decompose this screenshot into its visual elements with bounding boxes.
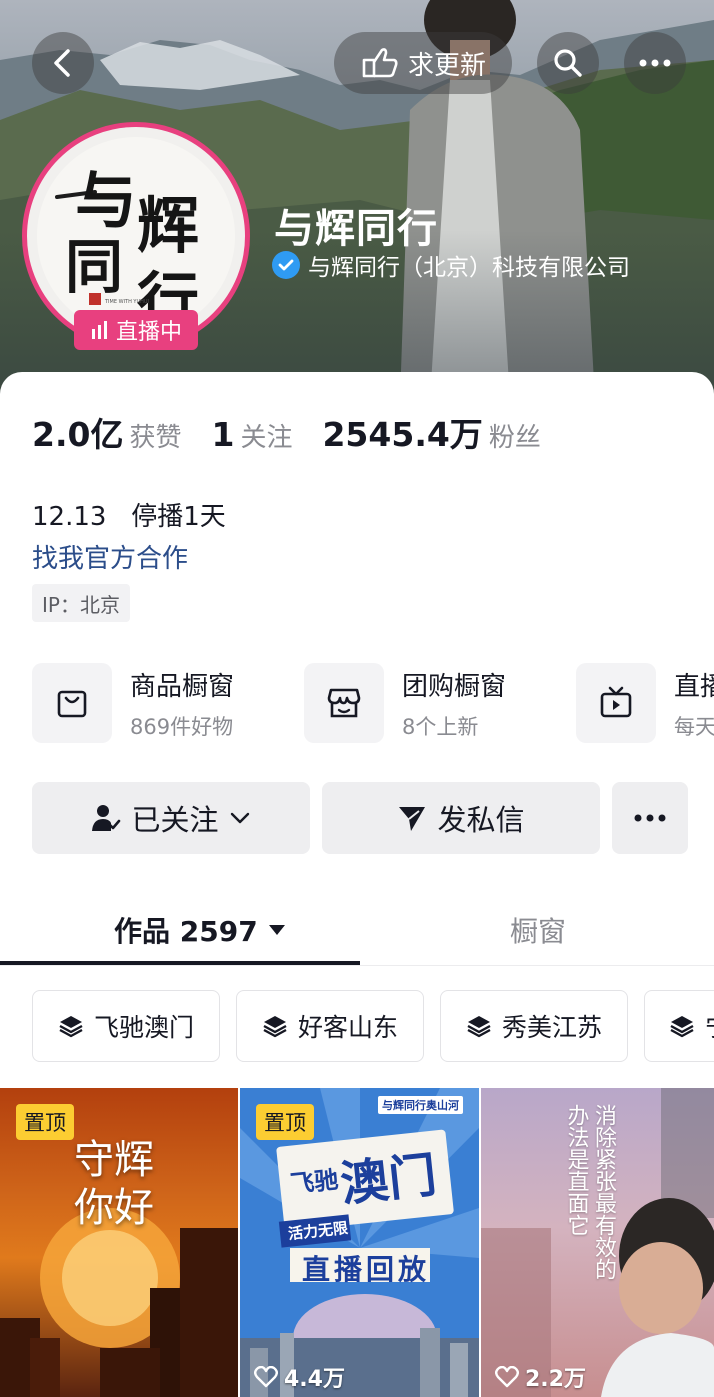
product-window-entry[interactable]: 商品橱窗 869件好物 bbox=[32, 662, 234, 744]
following-button[interactable]: 已关注 bbox=[32, 782, 310, 854]
avatar-seal bbox=[89, 293, 101, 305]
live-replay-label: 直播回放 bbox=[302, 1253, 431, 1286]
following-button-label: 已关注 bbox=[131, 803, 219, 837]
verified-organization: 与辉同行（北京）科技有限公司 bbox=[272, 248, 630, 282]
layers-icon bbox=[670, 1016, 694, 1038]
chevron-down-icon bbox=[230, 812, 249, 824]
heart-outline-icon bbox=[254, 1366, 278, 1388]
profile-banner: 求更新 与 辉 同 行 TIME WITH YUHUI 直播中 与辉同行 与辉同… bbox=[0, 0, 714, 400]
tab-works[interactable]: 作品 2597 bbox=[114, 910, 286, 950]
live-now-label: 直播中 bbox=[115, 320, 182, 345]
pinned-badge: 置顶 bbox=[256, 1104, 314, 1140]
tab-works-label: 作品 2597 bbox=[114, 915, 258, 948]
official-cooperation-link[interactable]: 找我官方合作 bbox=[32, 538, 188, 575]
request-update-label: 求更新 bbox=[407, 50, 486, 81]
tv-icon bbox=[576, 663, 656, 743]
bio-text: 12.13 停播1天 bbox=[32, 502, 226, 532]
send-icon bbox=[399, 807, 426, 831]
shopping-bag-icon bbox=[32, 663, 112, 743]
heart-outline-icon bbox=[495, 1366, 519, 1388]
group-buy-window-count: 8个上新 bbox=[402, 714, 479, 739]
caret-down-icon bbox=[268, 925, 285, 935]
collection-chip-label: 飞驰澳门 bbox=[93, 1013, 194, 1042]
collection-chip-label: 秀美江苏 bbox=[501, 1013, 602, 1042]
following-count[interactable]: 1 bbox=[211, 415, 234, 454]
live-bars-icon bbox=[91, 321, 107, 339]
collection-chip-label: 好客山东 bbox=[297, 1013, 398, 1042]
avatar-char-3: 同 bbox=[65, 233, 123, 301]
followers-label[interactable]: 粉丝 bbox=[489, 417, 541, 454]
video-overlay-text: 消除紧张最有效的办法是直面它 bbox=[563, 1104, 617, 1280]
product-window-title: 商品橱窗 bbox=[130, 671, 235, 702]
avatar-char-1: 与 bbox=[75, 164, 137, 237]
collection-chip[interactable]: 宁 bbox=[644, 990, 714, 1062]
more-options-button[interactable] bbox=[624, 32, 686, 94]
hand-point-icon bbox=[362, 48, 398, 78]
video-thumbnail[interactable]: 与辉同行奥山河 飞驰 澳门 活力无限 直播回放 置顶 4.4万 bbox=[240, 1088, 479, 1397]
layers-icon bbox=[263, 1016, 287, 1038]
active-tab-indicator bbox=[0, 961, 360, 965]
profile-card: 2.0亿 获赞 1 关注 2545.4万 粉丝 12.13 停播1天 找我官方合… bbox=[0, 372, 714, 1397]
layers-icon bbox=[467, 1016, 491, 1038]
collection-chip[interactable]: 秀美江苏 bbox=[440, 990, 628, 1062]
avatar-small-text: TIME WITH YUHUI bbox=[104, 299, 149, 305]
poster-small-title: 飞驰 bbox=[288, 1165, 340, 1199]
likes-count[interactable]: 2.0亿 bbox=[32, 408, 123, 456]
avatar-calligraphy: 与 辉 同 行 TIME WITH YUHUI bbox=[37, 137, 235, 335]
video-likes-count: 4.4万 bbox=[284, 1367, 345, 1392]
profile-tabs: 作品 2597 橱窗 bbox=[0, 892, 714, 966]
profile-stats: 2.0亿 获赞 1 关注 2545.4万 粉丝 bbox=[32, 408, 571, 456]
video-likes: 2.2万 bbox=[495, 1361, 586, 1393]
storefront-icon bbox=[304, 663, 384, 743]
search-icon bbox=[554, 49, 582, 77]
poster-big-title: 澳门 bbox=[337, 1147, 440, 1213]
live-now-badge[interactable]: 直播中 bbox=[74, 310, 198, 350]
more-dots-icon bbox=[639, 59, 671, 67]
verified-organization-label: 与辉同行（北京）科技有限公司 bbox=[308, 255, 630, 281]
product-window-count: 869件好物 bbox=[130, 714, 234, 739]
collection-chip[interactable]: 好客山东 bbox=[236, 990, 424, 1062]
profile-name: 与辉同行 bbox=[274, 206, 438, 252]
collection-chip-label: 宁 bbox=[705, 1008, 714, 1044]
send-message-button[interactable]: 发私信 bbox=[322, 782, 600, 854]
brand-label: 与辉同行奥山河 bbox=[378, 1096, 463, 1114]
group-buy-window-title: 团购橱窗 bbox=[402, 671, 507, 702]
verified-check-icon bbox=[272, 251, 300, 279]
user-check-icon bbox=[92, 805, 121, 831]
avatar-logo: 与 辉 同 行 TIME WITH YUHUI bbox=[55, 164, 199, 335]
live-schedule-entry[interactable]: 直播 每天 bbox=[576, 662, 714, 744]
video-likes: 4.4万 bbox=[254, 1361, 345, 1393]
more-actions-button[interactable] bbox=[612, 782, 688, 854]
followers-count[interactable]: 2545.4万 bbox=[322, 408, 482, 456]
back-button[interactable] bbox=[32, 32, 94, 94]
send-message-label: 发私信 bbox=[437, 803, 525, 837]
live-schedule-sub: 每天 bbox=[674, 714, 714, 739]
chevron-left-icon bbox=[54, 49, 70, 77]
request-update-button[interactable]: 求更新 bbox=[334, 32, 512, 94]
video-overlay-text: 守辉你好 bbox=[74, 1137, 154, 1231]
live-schedule-title: 直播 bbox=[674, 671, 714, 702]
video-likes-count: 2.2万 bbox=[525, 1367, 586, 1392]
avatar-char-2: 辉 bbox=[137, 189, 199, 262]
group-buy-window-entry[interactable]: 团购橱窗 8个上新 bbox=[304, 662, 506, 744]
likes-label[interactable]: 获赞 bbox=[129, 417, 181, 454]
collection-chip[interactable]: 飞驰澳门 bbox=[32, 990, 220, 1062]
more-dots-icon bbox=[634, 814, 666, 822]
search-button[interactable] bbox=[537, 32, 599, 94]
layers-icon bbox=[59, 1016, 83, 1038]
video-thumbnail[interactable]: 守辉你好 置顶 bbox=[0, 1088, 238, 1397]
pinned-badge: 置顶 bbox=[16, 1104, 74, 1140]
following-label[interactable]: 关注 bbox=[240, 417, 292, 454]
ip-location-tag: IP：北京 bbox=[32, 584, 130, 622]
tab-window[interactable]: 橱窗 bbox=[510, 910, 566, 950]
video-thumbnail[interactable]: 消除紧张最有效的办法是直面它 2.2万 bbox=[481, 1088, 714, 1397]
